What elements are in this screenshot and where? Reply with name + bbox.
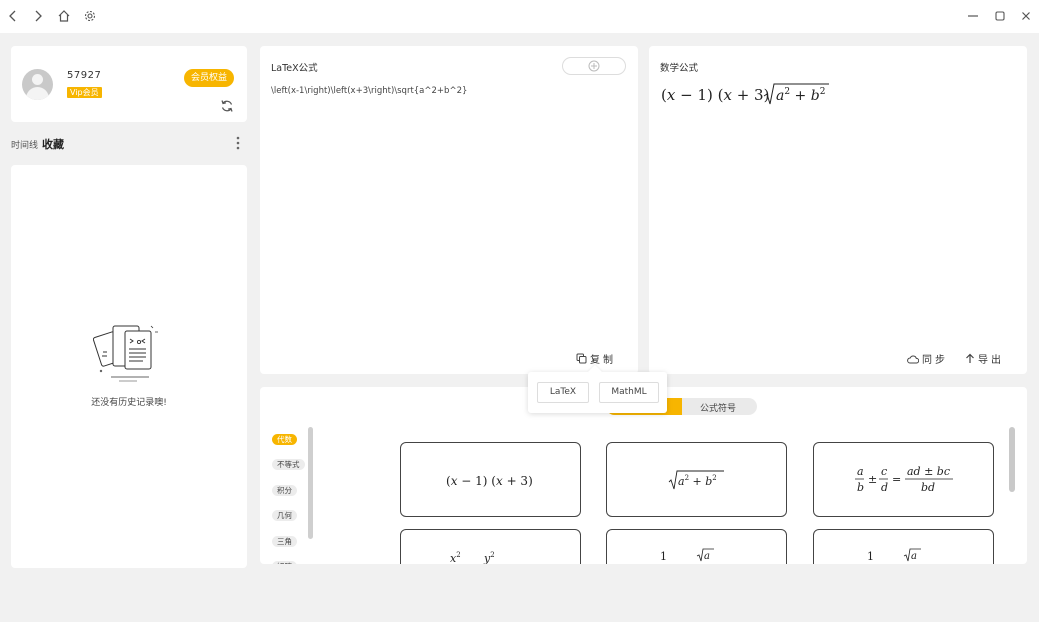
add-button[interactable] [562,57,626,75]
sync-button[interactable]: 同步 [907,351,948,366]
latex-code-input[interactable]: \left(x-1\right)\left(x+3\right)\sqrt{a^… [271,86,467,96]
svg-text:=: = [892,473,901,486]
latex-editor-panel: LaTeX公式 \left(x-1\right)\left(x+3\right)… [260,46,638,374]
formula-tile[interactable]: x2 y2 [400,529,581,564]
formula-tile[interactable]: (x − 1) (x + 3) [400,442,581,517]
plus-circle-icon [588,60,600,72]
category-algebra[interactable]: 代数 [272,434,297,445]
formula-tile[interactable]: 1 a [606,529,787,564]
svg-text:x2: x2 [450,551,461,564]
refresh-icon[interactable] [220,99,234,113]
category-matrix[interactable]: 矩阵 [272,560,297,564]
copy-label: 复制 [590,355,616,366]
export-button[interactable]: 导出 [965,351,1004,366]
svg-text:d: d [881,481,888,494]
back-icon[interactable] [5,8,21,24]
copy-latex-button[interactable]: LaTeX [537,382,589,403]
math-panel-title: 数学公式 [660,63,699,74]
empty-documents-icon [93,325,158,382]
history-panel: 还没有历史记录噢! [11,165,247,568]
svg-text:1: 1 [660,550,667,563]
copy-mathml-button[interactable]: MathML [599,382,659,403]
vip-badge: Vip会员 [67,87,102,98]
svg-text:a: a [911,551,917,562]
arrow-up-icon [966,353,974,363]
category-trigonometry[interactable]: 三角 [272,535,297,547]
svg-text:bd: bd [921,481,935,494]
user-name: 57927 [67,70,102,81]
category-integral[interactable]: 积分 [272,484,297,496]
title-bar [0,0,1039,33]
cloud-icon [907,354,919,363]
tab-favorites[interactable]: 收藏 [42,136,64,152]
sync-label: 同步 [922,355,948,366]
copy-icon [576,353,587,364]
tab-formula-symbols[interactable]: 公式符号 [700,401,736,414]
svg-text:ad ± bc: ad ± bc [907,465,950,478]
svg-text:a2 + b2: a2 + b2 [776,87,825,104]
minimize-icon[interactable] [965,8,981,24]
svg-text:±: ± [868,473,877,486]
svg-text:(x − 1) (x + 3): (x − 1) (x + 3) [446,474,533,488]
svg-text:1: 1 [867,550,874,563]
svg-text:b: b [857,481,864,494]
forward-icon[interactable] [30,8,46,24]
formula-tile[interactable]: 1 a [813,529,994,564]
avatar[interactable] [22,69,53,100]
svg-text:y2: y2 [483,551,495,564]
close-icon[interactable] [1018,8,1034,24]
symbols-panel: 公式符号 代数 不等式 积分 几何 三角 矩阵 数列 统计 (x − 1) (x… [260,387,1027,564]
svg-text:a: a [704,551,710,562]
symbols-scrollbar[interactable] [1009,427,1015,492]
member-benefits-button[interactable]: 会员权益 [184,69,235,87]
user-card: 57927 Vip会员 会员权益 [11,46,247,122]
math-preview-panel: 数学公式 (x − 1) (x + 3) a2 + b2 同步 导出 [649,46,1027,374]
tab-timeline[interactable]: 时间线 [11,138,38,151]
svg-text:a2 + b2: a2 + b2 [678,474,717,488]
maximize-icon[interactable] [992,8,1008,24]
empty-history-text: 还没有历史记录噢! [91,398,167,408]
export-label: 导出 [978,355,1004,366]
svg-text:(x − 1) (x + 3): (x − 1) (x + 3) [661,86,769,104]
category-scrollbar[interactable] [308,427,313,539]
settings-gear-icon[interactable] [82,8,98,24]
latex-panel-title: LaTeX公式 [271,63,318,74]
rendered-formula: (x − 1) (x + 3) a2 + b2 [661,80,841,114]
home-icon[interactable] [56,8,72,24]
more-vertical-icon[interactable] [233,135,243,151]
formula-tile[interactable]: a2 + b2 [606,442,787,517]
svg-text:c: c [881,465,887,478]
category-geometry[interactable]: 几何 [272,510,297,522]
copy-format-popover: LaTeX MathML [528,372,667,413]
category-inequality[interactable]: 不等式 [272,459,305,471]
formula-tile[interactable]: ab ± cd = ad ± bc bd [813,442,994,517]
copy-button[interactable]: 复制 [576,351,616,366]
svg-text:a: a [857,465,864,478]
